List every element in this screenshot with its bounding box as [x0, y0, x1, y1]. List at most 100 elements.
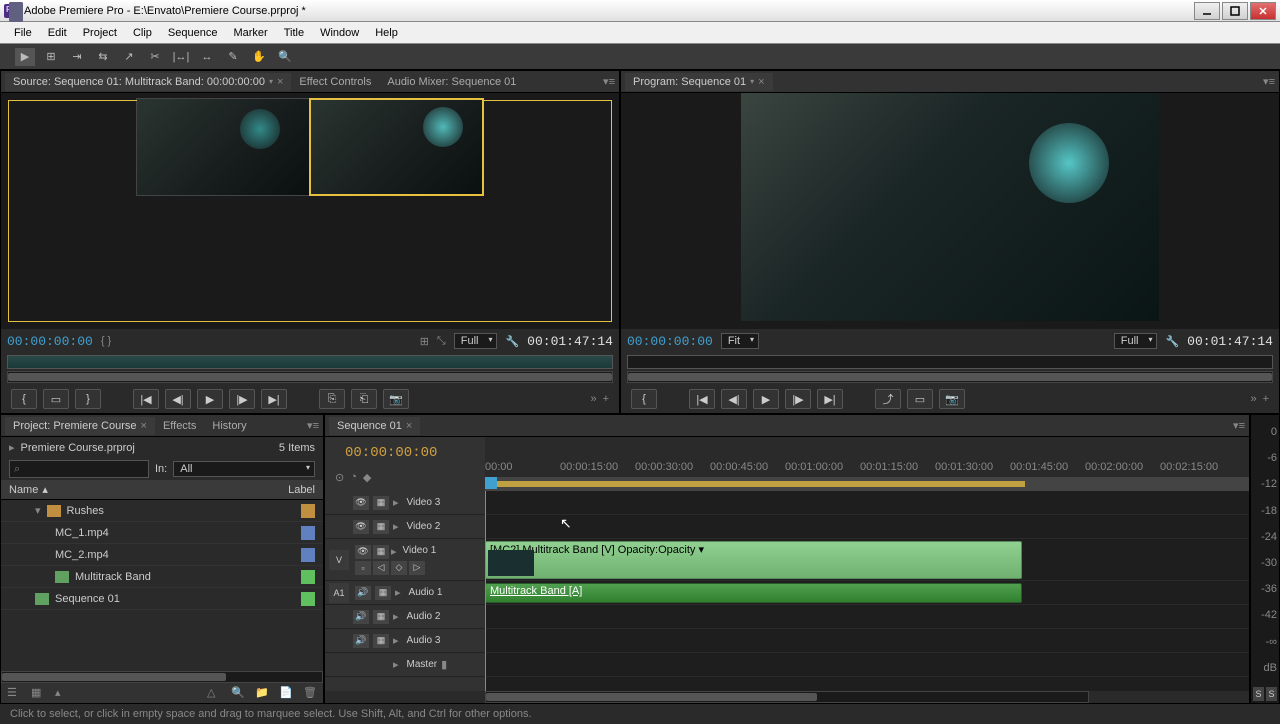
rate-stretch-tool-icon[interactable]: ↗ [119, 48, 139, 66]
keyframe-icon[interactable]: ▫ [355, 561, 371, 575]
menu-project[interactable]: Project [75, 25, 125, 41]
panel-menu-icon[interactable]: ▾≡ [603, 75, 615, 88]
mark-clip-button[interactable]: ▭ [43, 389, 69, 409]
timeline-ruler[interactable]: 00:00 00:00:15:00 00:00:30:00 00:00:45:0… [485, 461, 1249, 477]
zoom-slider-icon[interactable]: △ [207, 686, 221, 700]
playhead-line[interactable] [485, 491, 486, 691]
timeline-work-area[interactable] [485, 477, 1249, 491]
output-icon[interactable]: ⤡ [437, 335, 446, 348]
speaker-icon[interactable]: 🔊 [353, 634, 369, 648]
close-icon[interactable]: × [277, 76, 283, 88]
lock-icon[interactable]: ▦ [373, 496, 389, 510]
eye-icon[interactable]: 👁 [353, 496, 369, 510]
track-header-audio1[interactable]: A1🔊▦▸Audio 1 [325, 581, 485, 605]
rolling-edit-tool-icon[interactable]: ⇆ [93, 48, 113, 66]
selection-tool-icon[interactable]: ▶ [15, 48, 35, 66]
panel-menu-icon[interactable]: ▾≡ [1233, 419, 1245, 432]
effects-tab[interactable]: Effects [155, 417, 204, 435]
delete-icon[interactable]: 🗑 [303, 686, 317, 700]
export-frame-button[interactable]: 📷 [939, 389, 965, 409]
chevron-down-icon[interactable]: ▾ [35, 504, 41, 517]
close-icon[interactable]: × [406, 420, 412, 432]
next-kf-icon[interactable]: ▷ [409, 561, 425, 575]
label-swatch[interactable] [301, 548, 315, 562]
list-view-icon[interactable]: ☰ [7, 686, 21, 700]
safemargin-icon[interactable]: ⊞ [420, 335, 429, 348]
timeline-content[interactable]: [MC2] Multitrack Band [V] Opacity:Opacit… [485, 491, 1249, 691]
track-header-audio2[interactable]: 🔊▦▸Audio 2 [325, 605, 485, 629]
pen-tool-icon[interactable]: ✎ [223, 48, 243, 66]
menu-title[interactable]: Title [276, 25, 312, 41]
lock-icon[interactable]: ▦ [373, 610, 389, 624]
menu-clip[interactable]: Clip [125, 25, 160, 41]
track-row-master[interactable] [485, 653, 1249, 677]
icon-view-icon[interactable]: ▦ [31, 686, 45, 700]
panel-menu-icon[interactable]: ▾≡ [1263, 75, 1275, 88]
add-button-icon[interactable]: + [603, 393, 609, 405]
export-frame-button[interactable]: 📷 [383, 389, 409, 409]
lock-icon[interactable]: ▦ [373, 545, 389, 559]
program-timecode-in[interactable]: 00:00:00:00 [627, 334, 713, 349]
menu-sequence[interactable]: Sequence [160, 25, 226, 41]
more-controls-icon[interactable]: » [590, 393, 596, 405]
insert-button[interactable]: ⎘ [319, 389, 345, 409]
track-row-video2[interactable] [485, 515, 1249, 539]
go-to-in-button[interactable]: |◀ [133, 389, 159, 409]
menu-edit[interactable]: Edit [40, 25, 75, 41]
track-row-audio2[interactable] [485, 605, 1249, 629]
close-button[interactable] [1250, 2, 1276, 20]
collapse-icon[interactable]: ▸ [393, 634, 399, 647]
source-tab[interactable]: Source: Sequence 01: Multitrack Band: 00… [5, 73, 291, 91]
collapse-icon[interactable]: ▸ [395, 586, 401, 599]
column-name[interactable]: Name ▴ [9, 483, 288, 496]
auto-size-icon[interactable]: ▴ [55, 686, 69, 700]
slip-tool-icon[interactable]: |↔| [171, 48, 191, 66]
list-item[interactable]: MC_2.mp4 [1, 544, 323, 566]
go-to-in-button[interactable]: |◀ [689, 389, 715, 409]
step-back-button[interactable]: ◀| [165, 389, 191, 409]
collapse-icon[interactable]: ▸ [391, 545, 397, 559]
find-icon[interactable]: 🔍 [231, 686, 245, 700]
step-forward-button[interactable]: |▶ [785, 389, 811, 409]
track-row-video1[interactable]: [MC2] Multitrack Band [V] Opacity:Opacit… [485, 539, 1249, 581]
track-header-video1[interactable]: V👁▦▸Video 1▫◁◇▷ [325, 539, 485, 581]
track-target-a1[interactable]: A1 [329, 583, 349, 603]
collapse-icon[interactable]: ▸ [393, 496, 399, 509]
bracket-icon[interactable]: { } [101, 335, 111, 347]
track-row-video3[interactable] [485, 491, 1249, 515]
program-scrollbar[interactable] [627, 371, 1273, 383]
minimize-button[interactable] [1194, 2, 1220, 20]
close-icon[interactable]: × [141, 420, 147, 432]
column-label[interactable]: Label [288, 484, 315, 496]
collapse-icon[interactable]: ▸ [393, 658, 399, 671]
add-kf-icon[interactable]: ◇ [391, 561, 407, 575]
source-scrollbar[interactable] [7, 371, 613, 383]
zoom-tool-icon[interactable]: 🔍 [275, 48, 295, 66]
eye-icon[interactable]: 👁 [353, 520, 369, 534]
mark-out-button[interactable]: } [75, 389, 101, 409]
project-tab[interactable]: Project: Premiere Course × [5, 417, 155, 435]
lock-icon[interactable]: ▦ [373, 520, 389, 534]
project-filter-dropdown[interactable]: All [173, 461, 315, 477]
track-header-audio3[interactable]: 🔊▦▸Audio 3 [325, 629, 485, 653]
label-swatch[interactable] [301, 526, 315, 540]
razor-tool-icon[interactable]: ✂ [145, 48, 165, 66]
linked-selection-icon[interactable]: ◔ [350, 471, 357, 484]
solo-button[interactable]: S [1266, 687, 1277, 701]
play-button[interactable]: ▶ [197, 389, 223, 409]
marker-icon[interactable]: ◆ [363, 471, 371, 484]
step-forward-button[interactable]: |▶ [229, 389, 255, 409]
program-monitor[interactable] [621, 93, 1279, 329]
play-button[interactable]: ▶ [753, 389, 779, 409]
label-swatch[interactable] [301, 504, 315, 518]
effect-controls-tab[interactable]: Effect Controls [291, 73, 379, 91]
hand-tool-icon[interactable]: ✋ [249, 48, 269, 66]
close-icon[interactable]: × [758, 76, 764, 88]
collapse-icon[interactable]: ▸ [393, 610, 399, 623]
go-to-out-button[interactable]: ▶| [261, 389, 287, 409]
track-header-master[interactable]: ▸Master▮ [325, 653, 485, 677]
program-zoom-dropdown[interactable]: Full [1114, 333, 1158, 349]
prev-kf-icon[interactable]: ◁ [373, 561, 389, 575]
project-search-input[interactable] [9, 460, 149, 478]
menu-marker[interactable]: Marker [225, 25, 275, 41]
